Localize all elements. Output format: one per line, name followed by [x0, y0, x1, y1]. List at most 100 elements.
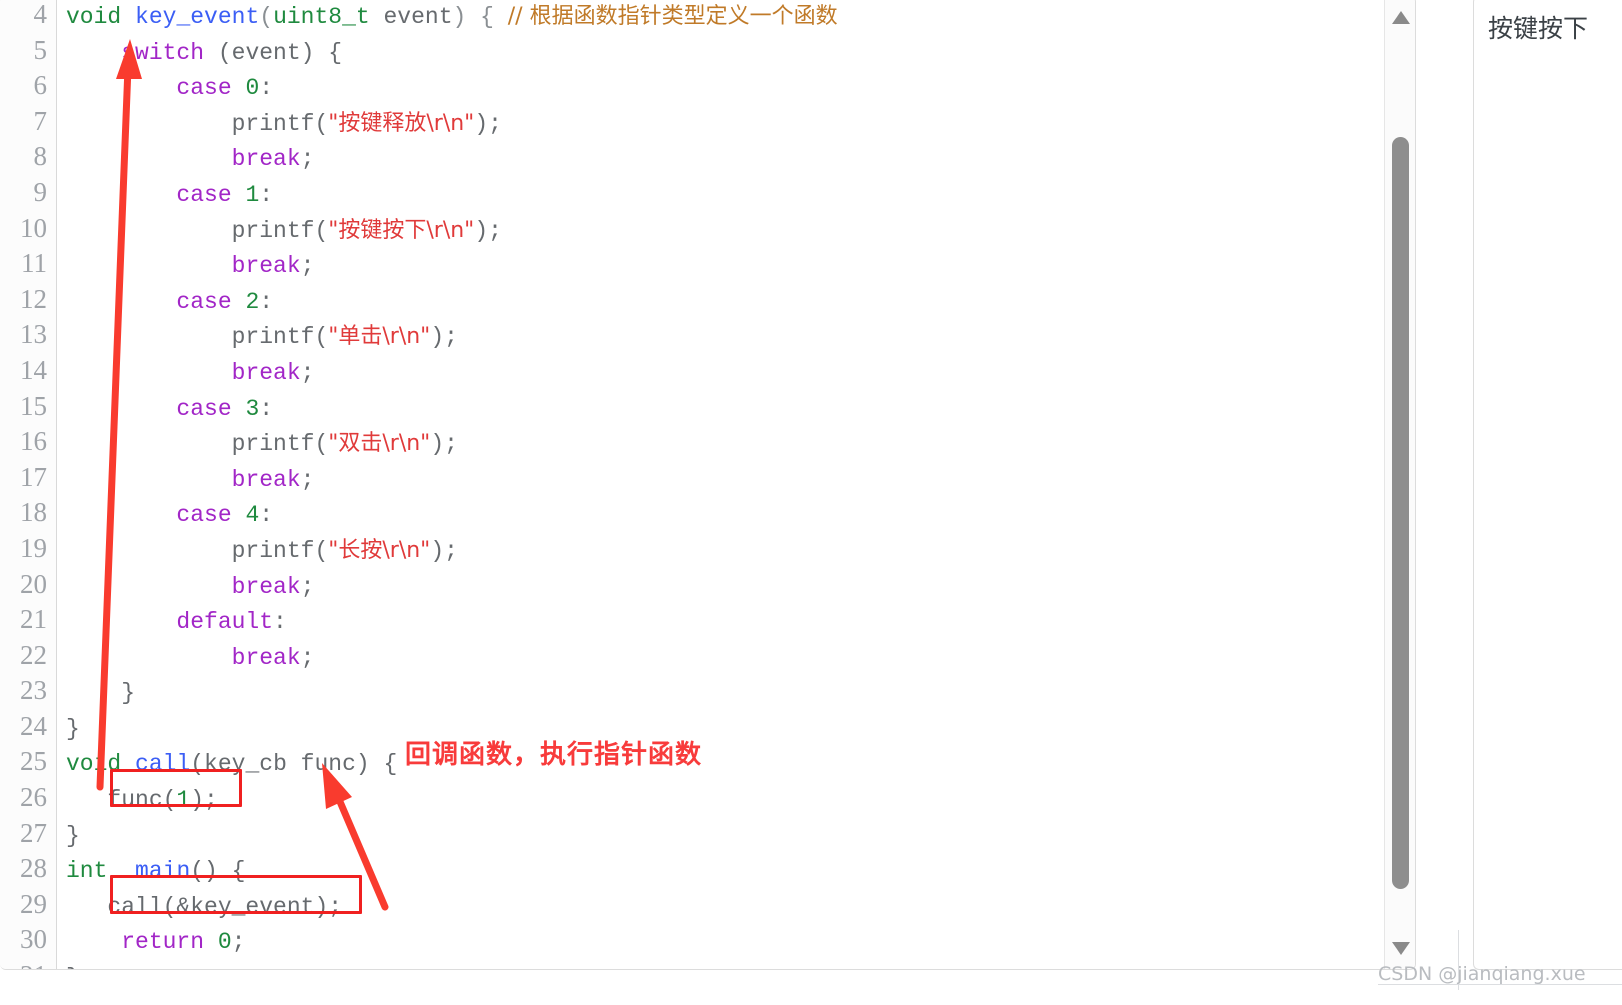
code-line[interactable]: 9 case 1:	[0, 174, 1385, 214]
code-token: break	[231, 466, 301, 493]
code-token: printf(	[66, 324, 329, 351]
code-token: event	[369, 4, 453, 30]
code-token: "单击\r\n"	[328, 324, 431, 350]
code-line-text[interactable]: return 0;	[57, 925, 245, 961]
code-line-text[interactable]: int main() {	[57, 854, 245, 890]
line-number: 10	[0, 210, 57, 247]
code-line-text[interactable]: printf("按键按下\r\n");	[57, 213, 502, 250]
code-line[interactable]: 6 case 0:	[0, 68, 1385, 104]
code-line[interactable]: 21 default:	[0, 602, 1385, 638]
code-token: switch	[121, 39, 205, 66]
code-line[interactable]: 23 }	[0, 673, 1385, 709]
output-console-panel[interactable]: 按键按下	[1473, 0, 1622, 970]
code-token: printf(	[66, 110, 329, 137]
code-line[interactable]: 7 printf("按键释放\r\n");	[0, 103, 1385, 143]
scroll-down-triangle-down-icon[interactable]	[1392, 942, 1410, 955]
code-line-text[interactable]: printf("长按\r\n");	[57, 533, 458, 570]
code-area[interactable]: 4 void key_event(uint8_t event) { // 根据函数…	[0, 0, 1385, 969]
code-line[interactable]: 18 case 4:	[0, 495, 1385, 531]
code-line[interactable]: 17 break;	[0, 459, 1385, 499]
code-line-text[interactable]: break;	[57, 570, 315, 606]
code-token: printf(	[66, 217, 329, 244]
code-lines-container[interactable]: 4 void key_event(uint8_t event) { // 根据函数…	[0, 0, 1385, 969]
code-line[interactable]: 14 break;	[0, 352, 1385, 392]
code-token: 0	[245, 75, 260, 102]
code-token: "按键释放\r\n"	[328, 110, 475, 136]
code-line-text[interactable]: call(&key_event);	[57, 890, 342, 926]
code-line[interactable]: 4 void key_event(uint8_t event) { // 根据函数…	[0, 0, 1385, 33]
editor-vertical-scrollbar[interactable]	[1384, 0, 1415, 969]
code-token: :	[273, 609, 287, 636]
code-line[interactable]: 11 break;	[0, 246, 1385, 282]
code-line[interactable]: 5 switch (event) {	[0, 32, 1385, 72]
line-number: 8	[0, 139, 57, 175]
code-line-text[interactable]: }	[57, 961, 80, 969]
code-line-text[interactable]: default:	[57, 605, 287, 641]
code-line[interactable]: 29 call(&key_event);	[0, 886, 1385, 926]
code-line[interactable]: 19 printf("长按\r\n");	[0, 530, 1385, 570]
code-token: }	[66, 822, 80, 849]
code-line-text[interactable]: break;	[57, 641, 315, 677]
code-token: );	[190, 787, 218, 814]
line-number: 19	[0, 530, 57, 567]
code-line-text[interactable]: case 4:	[57, 498, 273, 534]
code-line-text[interactable]: case 0:	[57, 71, 273, 107]
line-number: 18	[0, 495, 57, 531]
code-line[interactable]: 12 case 2:	[0, 281, 1385, 321]
line-number: 14	[0, 352, 57, 389]
code-line[interactable]: 10 printf("按键按下\r\n");	[0, 210, 1385, 250]
code-line-text[interactable]: switch (event) {	[57, 36, 342, 72]
code-token: 3	[245, 395, 260, 422]
code-line[interactable]: 30 return 0;	[0, 922, 1385, 961]
code-line-text[interactable]: }	[57, 712, 80, 748]
code-line[interactable]: 22 break;	[0, 637, 1385, 677]
code-line-text[interactable]: break;	[57, 356, 315, 392]
code-line-text[interactable]: break;	[57, 249, 315, 285]
code-line[interactable]: 13 printf("单击\r\n");	[0, 317, 1385, 353]
code-line-text[interactable]: break;	[57, 463, 315, 499]
code-line-text[interactable]: printf("双击\r\n");	[57, 426, 458, 463]
code-line[interactable]: 27}	[0, 815, 1385, 855]
code-line-text[interactable]: }	[57, 676, 135, 712]
code-line[interactable]: 16 printf("双击\r\n");	[0, 424, 1385, 460]
code-line[interactable]: 20 break;	[0, 566, 1385, 606]
code-token: case	[176, 288, 232, 315]
code-editor-panel[interactable]: 4 void key_event(uint8_t event) { // 根据函数…	[0, 0, 1416, 970]
scrollbar-thumb[interactable]	[1392, 137, 1409, 889]
line-number: 26	[0, 780, 57, 816]
scroll-up-triangle-up-icon[interactable]	[1392, 11, 1410, 24]
code-token: func(	[66, 787, 177, 814]
code-line-text[interactable]: case 1:	[57, 178, 273, 214]
code-token: 0	[217, 929, 232, 956]
code-token: break	[231, 644, 301, 671]
code-token: break	[231, 359, 301, 386]
code-line-text[interactable]: void key_event(uint8_t event) { // 根据函数指…	[57, 0, 838, 36]
code-line-text[interactable]: void call(key_cb func) {	[57, 747, 397, 783]
code-line[interactable]: 8 break;	[0, 139, 1385, 175]
code-token: ;	[300, 573, 315, 600]
code-line-text[interactable]: case 3:	[57, 392, 273, 428]
code-line-text[interactable]: func(1);	[57, 783, 218, 819]
code-line[interactable]: 28 int main() {	[0, 851, 1385, 887]
code-line[interactable]: 15 case 3:	[0, 388, 1385, 428]
code-line-text[interactable]: printf("单击\r\n");	[57, 319, 458, 356]
code-token: call(&key_event);	[66, 893, 343, 920]
code-token: printf(	[66, 431, 329, 458]
code-line[interactable]: 26 func(1);	[0, 780, 1385, 816]
code-token: }	[66, 715, 80, 742]
code-line-text[interactable]: case 2:	[57, 285, 273, 321]
code-line-text[interactable]: }	[57, 819, 80, 855]
code-line-text[interactable]: break;	[57, 142, 315, 178]
code-line-text[interactable]: printf("按键释放\r\n");	[57, 106, 502, 143]
code-token: :	[259, 502, 274, 529]
code-token: (	[259, 4, 274, 30]
